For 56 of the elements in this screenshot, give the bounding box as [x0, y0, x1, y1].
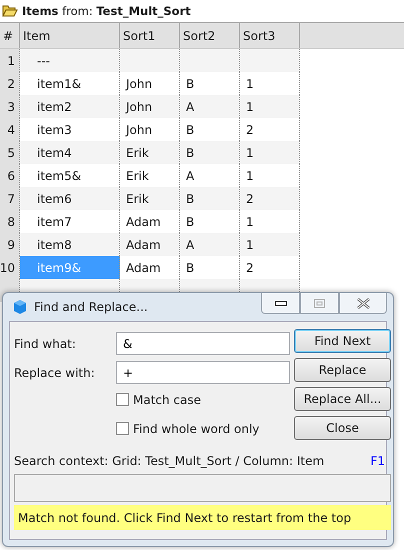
cube-icon [12, 299, 28, 315]
row-number: 7 [0, 187, 20, 210]
close-dialog-button[interactable]: Close [294, 416, 391, 440]
column-header[interactable]: # [0, 23, 20, 48]
checkbox[interactable] [116, 422, 129, 435]
row-number: 2 [0, 72, 20, 95]
table-cell: B [180, 187, 240, 210]
table-cell: Erik [120, 141, 180, 164]
close-button[interactable] [339, 293, 387, 314]
checkbox[interactable] [116, 393, 129, 406]
table-cell: 2 [240, 187, 300, 210]
maximize-icon [314, 298, 325, 308]
row-number: 9 [0, 233, 20, 256]
table-cell: 1 [240, 95, 300, 118]
help-link[interactable]: F1 [370, 454, 385, 468]
header-title: Items from: Test_Mult_Sort [22, 4, 191, 18]
replace-field[interactable]: + [116, 361, 290, 384]
folder-icon [2, 5, 18, 17]
table-cell: 1 [240, 141, 300, 164]
table-cell: item6 [20, 187, 120, 210]
row-number: 4 [0, 118, 20, 141]
table-cell: --- [20, 49, 120, 72]
dialog-title: Find and Replace... [34, 300, 148, 314]
replace-button[interactable]: Replace [294, 358, 391, 382]
minimize-button[interactable] [261, 293, 300, 314]
replace-label: Replace with: [14, 364, 96, 382]
checkbox-label[interactable]: Match case [133, 392, 202, 406]
find-field[interactable]: & [116, 332, 290, 355]
row-number: 6 [0, 164, 20, 187]
row-number: 5 [0, 141, 20, 164]
column-header[interactable]: Sort3 [240, 23, 300, 48]
checkbox-label[interactable]: Find whole word only [133, 422, 260, 436]
row-number: 1 [0, 49, 20, 72]
table-cell: A [180, 233, 240, 256]
column-header[interactable]: Item [20, 23, 120, 48]
row-number: 3 [0, 95, 20, 118]
table-cell: Adam [120, 233, 180, 256]
find-label: Find what: [14, 336, 77, 352]
table-cell: Erik [120, 187, 180, 210]
column-header[interactable]: Sort1 [120, 23, 180, 48]
message-bar: Match not found. Click Find Next to restart from the top [14, 505, 391, 530]
table-cell: John [120, 95, 180, 118]
search-context: Search context: Grid: Test_Mult_Sort / Column: Item [14, 454, 324, 468]
table-cell: item2 [20, 95, 120, 118]
table-cell: 1 [240, 233, 300, 256]
column-header[interactable]: Sort2 [180, 23, 240, 48]
table-cell: item9& [20, 256, 120, 279]
minimize-icon [274, 300, 286, 306]
row-number: 10 [0, 256, 20, 279]
close-icon [356, 298, 370, 308]
table-cell: item4 [20, 141, 120, 164]
replace-all-button[interactable]: Replace All... [294, 387, 391, 411]
row-number: 8 [0, 210, 20, 233]
find-next-button[interactable]: Find Next [294, 329, 391, 353]
table-cell: B [180, 141, 240, 164]
table-cell: A [180, 95, 240, 118]
